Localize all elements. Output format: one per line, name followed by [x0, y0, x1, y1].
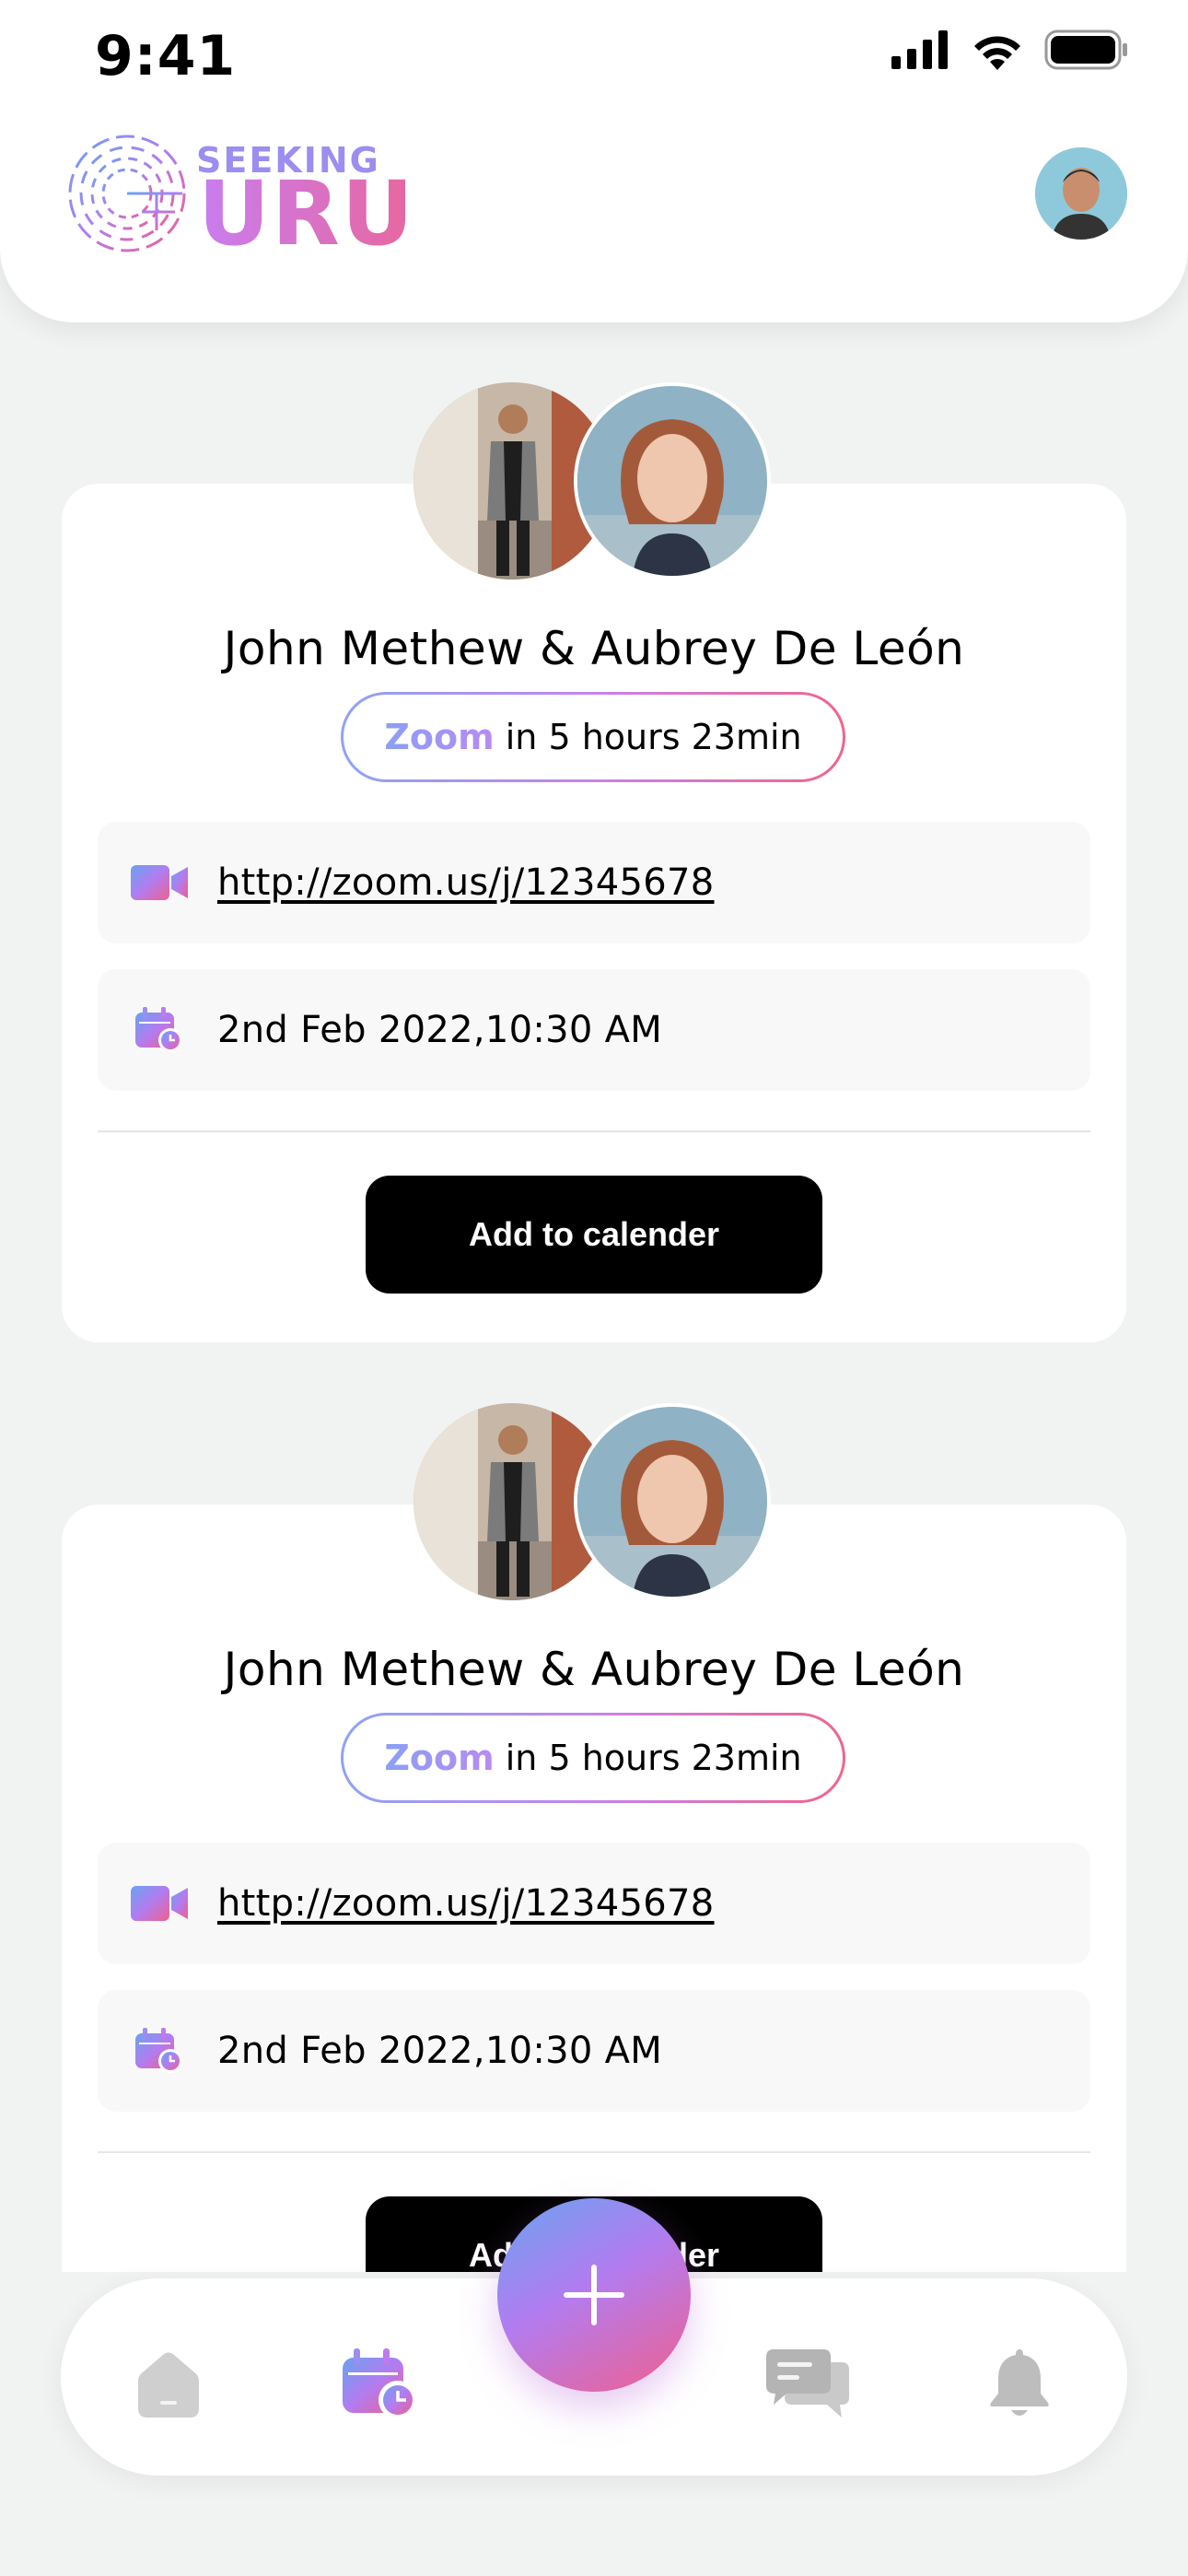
home-icon — [138, 2352, 199, 2418]
calendar-clock-icon — [135, 1007, 182, 1052]
user-avatar-icon — [1035, 147, 1127, 240]
app-header: 9:41 SEEKING URU — [0, 0, 1188, 322]
status-icons — [891, 29, 1129, 70]
meeting-datetime: 2nd Feb 2022,10:30 AM — [217, 2030, 663, 2072]
participant-names: John Methew & Aubrey De León — [223, 622, 965, 675]
calendar-clock-icon — [135, 2028, 182, 2073]
logo-text-large: URU — [198, 162, 415, 265]
nav-notifications[interactable] — [978, 2343, 1061, 2426]
video-camera-icon — [131, 865, 188, 900]
divider — [98, 1130, 1090, 1132]
status-time: 9:41 — [95, 24, 237, 88]
meeting-platform: Zoom — [384, 717, 495, 757]
meeting-link-row[interactable]: http://zoom.us/j/12345678 — [98, 1843, 1090, 1964]
meeting-link[interactable]: http://zoom.us/j/12345678 — [217, 861, 715, 904]
participant-avatar — [574, 382, 771, 580]
video-camera-icon — [131, 1886, 188, 1921]
meeting-platform: Zoom — [384, 1738, 495, 1778]
meeting-datetime-row: 2nd Feb 2022,10:30 AM — [98, 969, 1090, 1091]
meeting-countdown: in 5 hours 23min — [505, 1738, 802, 1778]
bell-icon — [990, 2349, 1049, 2416]
meeting-countdown: in 5 hours 23min — [505, 717, 802, 757]
participant-names: John Methew & Aubrey De León — [223, 1643, 965, 1696]
app-logo: SEEKING URU — [64, 129, 433, 265]
chat-icon — [766, 2349, 849, 2418]
add-to-calendar-button[interactable]: Add to calender — [366, 1176, 822, 1294]
battery-icon — [1044, 29, 1127, 70]
logo-g-icon — [68, 135, 186, 252]
wifi-icon — [974, 36, 1020, 70]
plus-icon — [564, 2265, 624, 2325]
participant-avatars — [62, 382, 1126, 581]
meeting-datetime: 2nd Feb 2022,10:30 AM — [217, 1009, 663, 1051]
nav-chat[interactable] — [766, 2343, 849, 2426]
meeting-link[interactable]: http://zoom.us/j/12345678 — [217, 1882, 715, 1925]
divider — [98, 2151, 1090, 2153]
meeting-card: John Methew & Aubrey De León Zoom in 5 h… — [62, 382, 1126, 1342]
calendar-icon — [343, 2348, 417, 2419]
add-meeting-fab[interactable] — [497, 2198, 691, 2392]
nav-calendar[interactable] — [339, 2343, 422, 2426]
meeting-countdown-badge: Zoom in 5 hours 23min — [341, 692, 845, 782]
nav-home[interactable] — [127, 2343, 210, 2426]
meeting-link-row[interactable]: http://zoom.us/j/12345678 — [98, 822, 1090, 943]
participant-avatar — [574, 1403, 771, 1600]
participant-avatars — [62, 1403, 1126, 1602]
meeting-countdown-badge: Zoom in 5 hours 23min — [341, 1713, 845, 1803]
signal-icon — [891, 30, 948, 69]
profile-avatar[interactable] — [1035, 147, 1127, 240]
meeting-datetime-row: 2nd Feb 2022,10:30 AM — [98, 1990, 1090, 2112]
